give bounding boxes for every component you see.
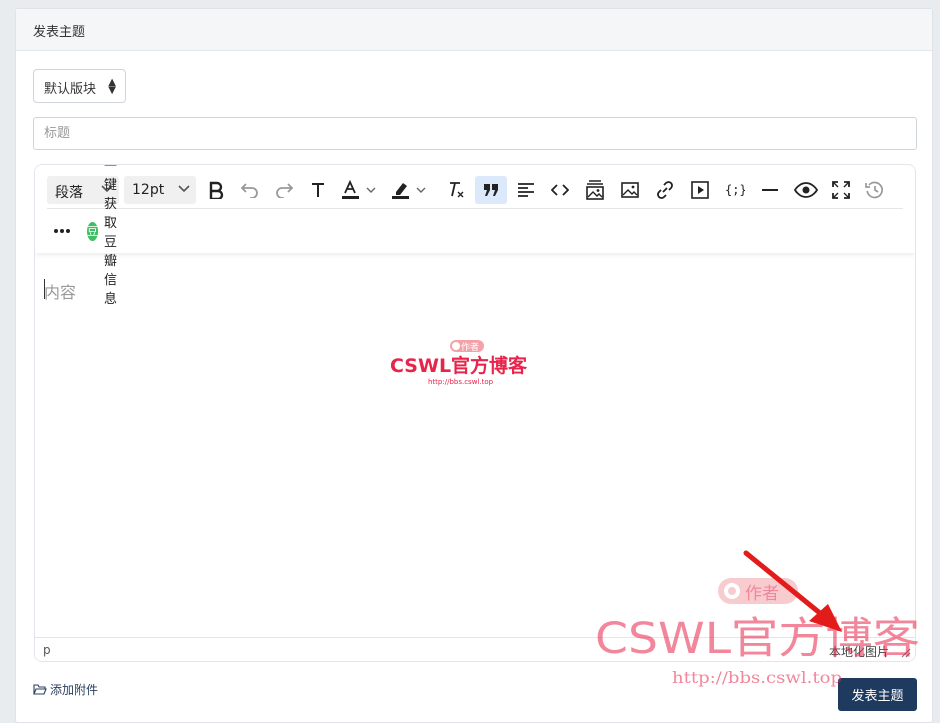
bold-button[interactable] bbox=[201, 176, 231, 204]
editor-toolbar: 段落 12pt {;} 豆 一键获取豆瓣信息 bbox=[35, 165, 915, 307]
add-attachment-label: 添加附件 bbox=[50, 683, 99, 697]
code-button[interactable] bbox=[545, 176, 575, 204]
insert-image-button[interactable] bbox=[615, 176, 645, 204]
blockquote-button[interactable] bbox=[475, 176, 507, 204]
forum-select[interactable]: 默认版块 ▲ ▼ bbox=[33, 69, 126, 103]
localize-images-button[interactable]: 本地化图片 bbox=[829, 643, 889, 660]
fullscreen-icon bbox=[832, 181, 850, 199]
more-dots-icon bbox=[54, 229, 70, 233]
post-topic-card: 发表主题 默认版块 ▲▼ 段落 12pt bbox=[15, 8, 933, 723]
history-icon bbox=[865, 181, 883, 199]
text-color-icon bbox=[342, 180, 376, 199]
rich-text-editor: 段落 12pt {;} 豆 一键获取豆瓣信息 内容 作者 CSWL官方博客 ht… bbox=[34, 164, 916, 662]
preview-button[interactable] bbox=[790, 176, 822, 204]
card-header: 发表主题 bbox=[16, 9, 932, 51]
text-format-button[interactable] bbox=[303, 176, 333, 204]
video-play-icon bbox=[691, 181, 709, 199]
forum-select-value: 默认版块 bbox=[44, 82, 97, 97]
redo-button[interactable] bbox=[269, 176, 299, 204]
bold-icon bbox=[209, 181, 224, 199]
watermark-small-url: http://bbs.cswl.top bbox=[428, 378, 494, 386]
watermark-small-tag: 作者 bbox=[461, 341, 479, 353]
image-icon bbox=[621, 182, 639, 198]
redo-icon bbox=[276, 183, 294, 198]
page-title: 发表主题 bbox=[33, 25, 86, 40]
title-input[interactable] bbox=[33, 117, 917, 150]
horizontal-rule-button[interactable] bbox=[755, 176, 785, 204]
folder-open-icon bbox=[33, 684, 47, 695]
horizontal-rule-icon bbox=[762, 189, 778, 191]
code-icon bbox=[551, 184, 569, 196]
clear-format-button[interactable] bbox=[441, 176, 471, 204]
quote-icon bbox=[484, 184, 498, 196]
insert-link-button[interactable] bbox=[650, 176, 680, 204]
align-button[interactable] bbox=[511, 176, 541, 204]
text-t-icon bbox=[312, 183, 324, 197]
text-cursor bbox=[44, 279, 45, 299]
highlight-color-button[interactable] bbox=[387, 176, 431, 204]
watermark-small-brand: CSWL官方博客 bbox=[390, 354, 528, 377]
code-sample-button[interactable]: {;} bbox=[720, 176, 750, 204]
douban-fetch-button[interactable]: 豆 一键获取豆瓣信息 bbox=[87, 165, 125, 307]
insert-media-button[interactable] bbox=[685, 176, 715, 204]
watermark-logo-small: 作者 CSWL官方博客 http://bbs.cswl.top bbox=[390, 340, 528, 386]
douban-icon: 豆 bbox=[87, 221, 98, 241]
font-size-value: 12pt bbox=[132, 182, 165, 198]
braces-icon: {;} bbox=[725, 183, 745, 197]
add-attachment-link[interactable]: 添加附件 bbox=[33, 681, 98, 698]
resize-handle-icon[interactable] bbox=[901, 648, 911, 658]
editor-content-area[interactable]: 内容 作者 CSWL官方博客 http://bbs.cswl.top bbox=[35, 253, 915, 645]
more-tools-button[interactable] bbox=[47, 217, 77, 245]
content-placeholder: 内容 bbox=[44, 283, 77, 302]
font-size-select[interactable]: 12pt bbox=[124, 176, 196, 204]
chevron-down-icon bbox=[178, 185, 190, 193]
text-color-button[interactable] bbox=[337, 176, 381, 204]
align-left-icon bbox=[518, 183, 534, 197]
block-format-value: 段落 bbox=[55, 185, 83, 201]
undo-button[interactable] bbox=[235, 176, 265, 204]
element-path: p bbox=[43, 643, 51, 657]
image-gallery-button[interactable] bbox=[580, 176, 610, 204]
undo-icon bbox=[240, 183, 258, 198]
sort-caret-icon: ▲ ▼ bbox=[108, 77, 116, 96]
toolbar-row-primary: 段落 12pt {;} bbox=[47, 175, 903, 209]
svg-text:{;}: {;} bbox=[725, 183, 745, 197]
clear-format-icon bbox=[450, 182, 464, 198]
fullscreen-button[interactable] bbox=[826, 176, 856, 204]
editor-statusbar: p 本地化图片 bbox=[35, 637, 915, 661]
image-gallery-icon bbox=[586, 180, 604, 200]
submit-topic-button[interactable]: 发表主题 bbox=[838, 678, 917, 711]
eye-icon bbox=[794, 182, 818, 198]
history-button[interactable] bbox=[860, 176, 890, 204]
highlighter-icon bbox=[392, 183, 426, 199]
link-icon bbox=[657, 181, 673, 199]
